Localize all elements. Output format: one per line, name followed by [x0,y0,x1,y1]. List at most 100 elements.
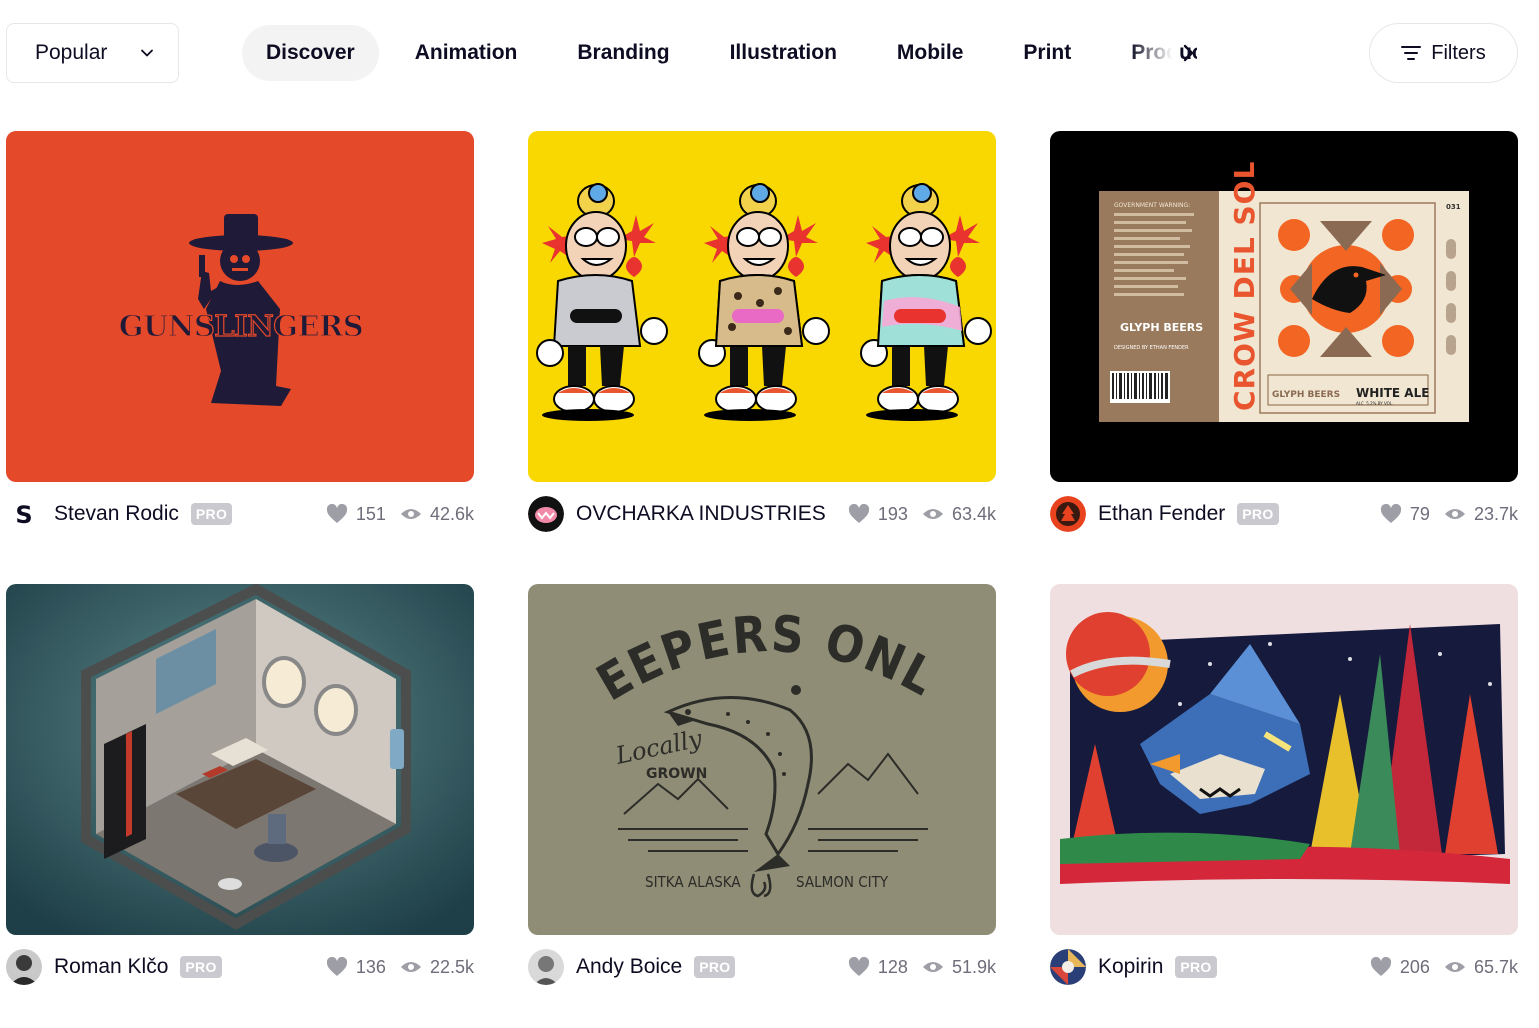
pro-badge: PRO [180,956,222,978]
gunslingers-logo-artwork: GUNSLINGERS [6,131,474,482]
svg-text:DESIGNED BY ETHAN FENDER: DESIGNED BY ETHAN FENDER [1114,345,1189,351]
pro-badge: PRO [1175,956,1217,978]
shot-meta: Ethan Fender PRO 79 23.7k [1050,496,1518,532]
shot-stats: 193 63.4k [848,504,996,525]
svg-text:SALMON CITY: SALMON CITY [796,873,889,891]
beer-label-artwork: GOVERNMENT WARNING: GLYPH BEERS DESIGNED… [1050,131,1518,482]
sort-dropdown-value: Popular [35,41,108,64]
author-name[interactable]: OVCHARKA INDUSTRIES [576,502,826,526]
view-count: 65.7k [1473,956,1518,977]
shot-thumbnail[interactable] [528,131,996,482]
svg-text:GLYPH BEERS: GLYPH BEERS [1120,321,1203,334]
heart-icon[interactable] [326,504,348,524]
svg-text:CROW DEL SOL: CROW DEL SOL [1228,161,1261,411]
avatar[interactable] [528,496,564,532]
eye-icon [1444,506,1466,522]
svg-text:GLYPH BEERS: GLYPH BEERS [1272,390,1340,400]
shot-card: GOVERNMENT WARNING: GLYPH BEERS DESIGNED… [1050,131,1518,532]
category-tabs: Discover Animation Branding Illustration… [242,25,1197,81]
filter-lines-icon [1401,46,1422,60]
shot-card: KEEPERS ONLY Locally GROWN SITKA ALASKA … [528,584,996,985]
shot-thumbnail[interactable] [6,584,474,935]
svg-text:GROWN: GROWN [646,766,707,782]
view-count: 42.6k [429,503,474,524]
svg-text:GUNSLINGERS: GUNSLINGERS [119,309,363,343]
pro-badge: PRO [190,503,233,525]
heart-icon[interactable] [1380,504,1402,524]
view-count: 22.5k [429,956,474,977]
shot-meta: Andy Boice PRO 128 51.9k [528,949,996,985]
svg-text:SITKA ALASKA: SITKA ALASKA [645,873,741,891]
heart-icon[interactable] [1370,957,1392,977]
author-name[interactable]: Ethan Fender [1098,502,1225,526]
tab-mobile[interactable]: Mobile [873,25,988,81]
avatar[interactable] [528,949,564,985]
heart-icon[interactable] [848,957,870,977]
shot-stats: 128 51.9k [848,957,996,978]
abstract-forest-artwork [1050,584,1518,935]
like-count: 79 [1409,503,1430,524]
view-count: 23.7k [1473,503,1518,524]
filters-button-label: Filters [1431,41,1486,64]
eye-icon [400,506,422,522]
eye-icon [1444,959,1466,975]
tab-animation[interactable]: Animation [391,25,542,81]
svg-text:ALC. 5.2% BY VOL.: ALC. 5.2% BY VOL. [1356,401,1393,406]
shot-meta: Roman Klčo PRO 136 22.5k [6,949,474,985]
svg-text:031: 031 [1446,203,1461,211]
isometric-room-artwork [6,584,474,935]
filters-button[interactable]: Filters [1369,23,1518,83]
author-name[interactable]: Roman Klčo [54,955,168,979]
author-name[interactable]: Kopirin [1098,955,1163,979]
scroll-fade [1130,25,1180,81]
heart-icon[interactable] [326,957,348,977]
shot-stats: 79 23.7k [1380,504,1518,525]
svg-text:WHITE ALE: WHITE ALE [1356,386,1429,400]
avatar[interactable] [1050,949,1086,985]
author-name[interactable]: Stevan Rodic [54,502,179,526]
pro-badge: PRO [694,956,736,978]
shot-thumbnail[interactable]: GUNSLINGERS [6,131,474,482]
avatar[interactable]: S [6,496,42,532]
eye-icon [400,959,422,975]
keepers-only-artwork: KEEPERS ONLY Locally GROWN SITKA ALASKA … [528,584,996,935]
shot-stats: 206 65.7k [1370,957,1518,978]
shot-meta: S Stevan Rodic PRO 151 42.6k [6,496,474,532]
pro-badge: PRO [1237,503,1279,525]
avatar[interactable] [1050,496,1086,532]
view-count: 51.9k [951,956,996,977]
author-name[interactable]: Andy Boice [576,955,682,979]
eye-icon [922,959,944,975]
shot-meta: OVCHARKA INDUSTRIES 193 63.4k [528,496,996,532]
like-count: 193 [877,503,908,524]
tab-discover[interactable]: Discover [242,25,379,81]
view-count: 63.4k [951,503,996,524]
svg-text:GOVERNMENT WARNING:: GOVERNMENT WARNING: [1114,202,1190,209]
chevron-right-icon [1183,44,1194,62]
tab-print[interactable]: Print [999,25,1095,81]
eye-icon [922,506,944,522]
chevron-down-icon [141,49,153,57]
like-count: 136 [355,956,386,977]
shot-card: Kopirin PRO 206 65.7k [1050,584,1518,985]
shot-stats: 136 22.5k [326,957,474,978]
avatar[interactable] [6,949,42,985]
heart-icon[interactable] [848,504,870,524]
shot-card: Roman Klčo PRO 136 22.5k [6,584,474,985]
shot-card: GUNSLINGERS S Stevan Rodic PRO 151 42.6k [6,131,474,532]
category-scroll-right[interactable] [1130,25,1200,81]
shot-thumbnail[interactable]: KEEPERS ONLY Locally GROWN SITKA ALASKA … [528,584,996,935]
shot-thumbnail[interactable]: GOVERNMENT WARNING: GLYPH BEERS DESIGNED… [1050,131,1518,482]
character-trio-artwork [528,131,996,482]
shot-stats: 151 42.6k [326,504,474,525]
sort-dropdown[interactable]: Popular [6,23,179,83]
shot-meta: Kopirin PRO 206 65.7k [1050,949,1518,985]
filter-toolbar: Popular Discover Animation Branding Illu… [0,0,1539,110]
like-count: 206 [1399,956,1430,977]
shot-thumbnail[interactable] [1050,584,1518,935]
like-count: 128 [877,956,908,977]
shot-card: OVCHARKA INDUSTRIES 193 63.4k [528,131,996,532]
like-count: 151 [355,503,386,524]
tab-branding[interactable]: Branding [553,25,693,81]
tab-illustration[interactable]: Illustration [706,25,861,81]
